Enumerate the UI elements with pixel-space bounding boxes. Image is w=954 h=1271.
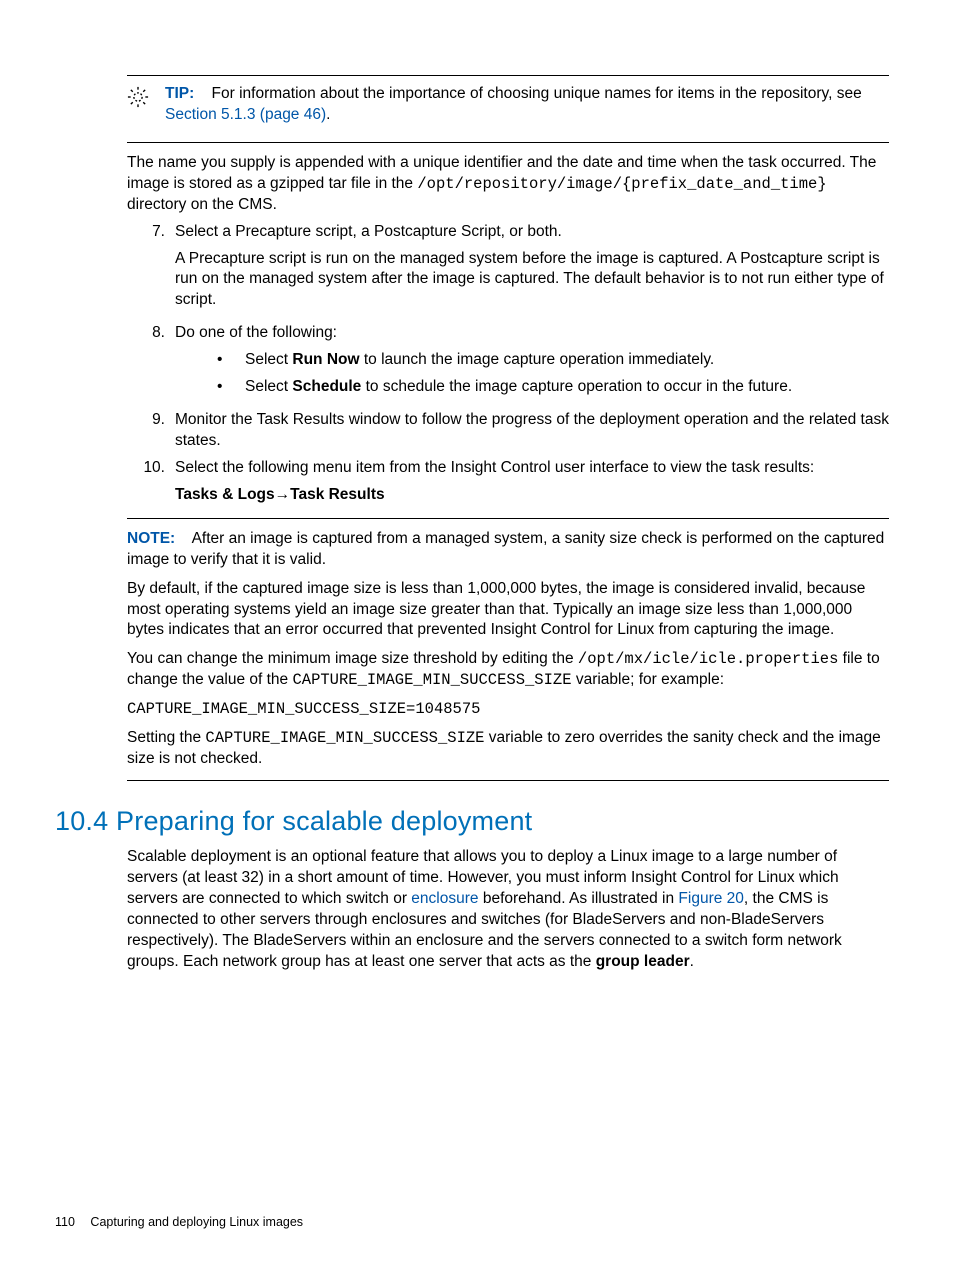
note-p1: After an image is captured from a manage… xyxy=(127,530,884,568)
step-num: 8. xyxy=(127,323,175,404)
step-8-bullet-2: • Select Schedule to schedule the image … xyxy=(215,377,889,398)
step-10-line1: Select the following menu item from the … xyxy=(175,458,889,479)
tip-text: TIP: For information about the importanc… xyxy=(165,84,889,132)
step-7-line1: Select a Precapture script, a Postcaptur… xyxy=(175,222,889,243)
note-p4: Setting the CAPTURE_IMAGE_MIN_SUCCESS_SI… xyxy=(127,728,889,770)
note-box: NOTE: After an image is captured from a … xyxy=(127,518,889,781)
tip-body-after: . xyxy=(326,106,330,123)
step-10: 10. Select the following menu item from … xyxy=(127,458,889,506)
page: TIP: For information about the importanc… xyxy=(0,0,954,1271)
section-body: Scalable deployment is an optional featu… xyxy=(127,847,889,973)
step-8-line1: Do one of the following: xyxy=(175,323,889,344)
figure-20-link[interactable]: Figure 20 xyxy=(678,890,743,907)
note-label: NOTE: xyxy=(127,530,175,547)
note-code: CAPTURE_IMAGE_MIN_SUCCESS_SIZE=1048575 xyxy=(127,699,889,720)
step-7-para: A Precapture script is run on the manage… xyxy=(175,249,889,312)
bullet-icon: • xyxy=(215,377,245,398)
step-8-bullet-1: • Select Run Now to launch the image cap… xyxy=(215,350,889,371)
enclosure-link[interactable]: enclosure xyxy=(411,890,478,907)
step-7: 7. Select a Precapture script, a Postcap… xyxy=(127,222,889,318)
tip-box: TIP: For information about the importanc… xyxy=(127,75,889,143)
tip-body-before: For information about the importance of … xyxy=(212,85,862,102)
note-p3: You can change the minimum image size th… xyxy=(127,649,889,691)
step-num: 10. xyxy=(127,458,175,506)
bullet-icon: • xyxy=(215,350,245,371)
step-8: 8. Do one of the following: • Select Run… xyxy=(127,323,889,404)
step-10-menu: Tasks & Logs→Task Results xyxy=(175,485,889,506)
page-footer: 110 Capturing and deploying Linux images xyxy=(55,1214,303,1231)
footer-title: Capturing and deploying Linux images xyxy=(90,1215,303,1229)
ordered-list: 7. Select a Precapture script, a Postcap… xyxy=(127,222,889,506)
step-num: 7. xyxy=(127,222,175,318)
tip-label: TIP: xyxy=(165,85,194,102)
step-9: 9. Monitor the Task Results window to fo… xyxy=(127,410,889,452)
step-num: 9. xyxy=(127,410,175,452)
tip-followup-para: The name you supply is appended with a u… xyxy=(127,153,889,216)
step-9-text: Monitor the Task Results window to follo… xyxy=(175,410,889,452)
tip-link[interactable]: Section 5.1.3 (page 46) xyxy=(165,106,326,123)
page-number: 110 xyxy=(55,1214,75,1231)
note-wrapper: NOTE: After an image is captured from a … xyxy=(127,518,889,781)
note-p2: By default, if the captured image size i… xyxy=(127,579,889,642)
tip-icon xyxy=(127,84,165,132)
upper-content: TIP: For information about the importanc… xyxy=(127,75,889,216)
section-heading: 10.4 Preparing for scalable deployment xyxy=(55,803,889,839)
section-p1: Scalable deployment is an optional featu… xyxy=(127,847,889,973)
